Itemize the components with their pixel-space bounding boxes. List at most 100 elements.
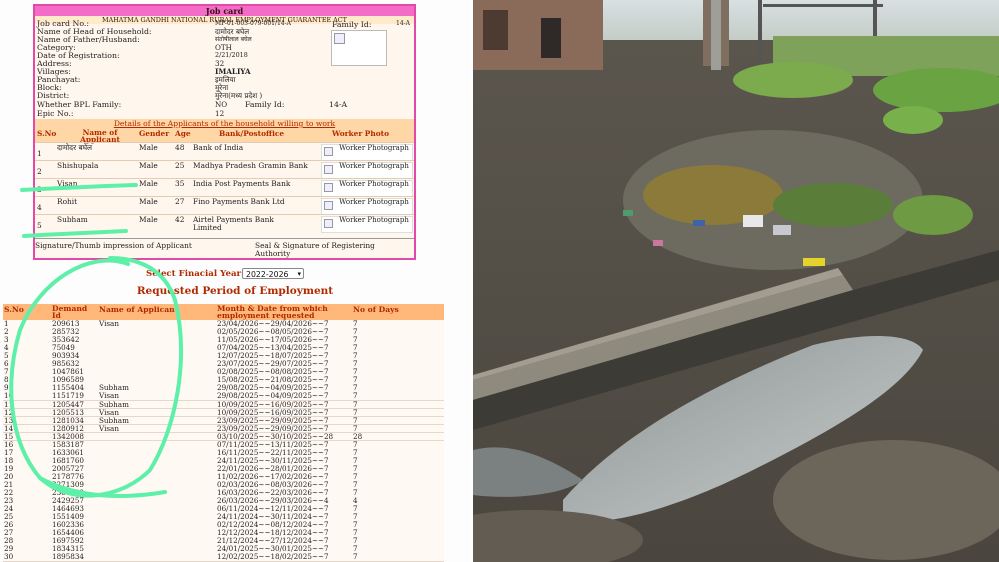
family-id-label: Family Id: [332,20,372,29]
employment-table-header: S.No Demand Id Name of Applicant Month &… [3,304,444,320]
cell-days: 7 [353,399,358,409]
photo-green-patch [773,183,893,227]
field-label-district: District: [37,91,70,100]
cell-demand-id: 1151719 [52,391,85,401]
cell-sno: 11 [4,399,14,409]
photo-pipe-top [763,4,883,7]
photo-house-window [483,10,508,50]
photo-house-door [541,18,561,58]
applicant-name: Visan [57,179,78,188]
header-period: Month & Date from which employment reque… [217,304,328,321]
applicant-age: 42 [175,215,185,224]
applicant-bank: Airtel Payments Bank Limited [193,215,274,232]
worker-photo-alt: Worker Photograph [339,198,409,206]
cell-period: 10/09/2025~~16/09/2025~~7 [217,399,329,409]
applicant-sno: 3 [37,185,42,194]
photo-illustration [473,0,999,562]
applicant-sno: 2 [37,167,42,176]
worker-photo: Worker Photograph [321,198,413,215]
photo-pipe [758,0,762,70]
applicant-gender: Male [139,143,158,152]
applicant-name: दामोदर बघेल [57,143,93,152]
header-applicant-name: Name of Applicant [80,128,120,144]
cell-applicant-name: Visan [99,407,119,417]
cell-sno: 30 [4,552,14,562]
applicant-bank: Bank of India [193,143,244,152]
applicant-name: Shishupala [57,161,99,170]
photo-plastic-white [743,215,763,227]
financial-year-selected: 2022-2026 [246,270,289,279]
financial-year-label: Select Finacial Year: [146,269,245,279]
financial-year-select[interactable]: 2022-2026 ▾ [242,268,304,279]
signature-label: Signature/Thumb impression of Applicant [35,241,192,250]
cell-applicant-name: Subham [99,399,129,409]
chevron-down-icon: ▾ [297,270,301,278]
header-age: Age [175,129,191,138]
applicant-age: 27 [175,197,185,206]
header-worker-photo: Worker Photo [332,129,390,138]
applicant-gender: Male [139,161,158,170]
photo-green-patch-right [893,195,973,235]
applicant-age: 48 [175,143,185,152]
cell-demand-id: 1205513 [52,407,85,417]
applicant-row: 2 Shishupala Male 25 Madhya Pradesh Gram… [35,160,414,179]
applicant-row: 5 Subham Male 42 Airtel Payments Bank Li… [35,214,414,233]
cell-days: 7 [353,407,358,417]
worker-photo-alt: Worker Photograph [339,216,409,224]
cell-demand-id: 1895834 [52,552,85,562]
applicant-bank: Fino Payments Bank Ltd [193,197,285,206]
worker-photo: Worker Photograph [321,180,413,197]
photo-grass-patch-small [883,106,943,134]
worker-photo: Worker Photograph [321,216,413,233]
applicant-bank: India Post Payments Bank [193,179,291,188]
worker-photo-alt: Worker Photograph [339,144,409,152]
applicant-name: Subham [57,215,88,224]
field-value-bpl-family: NO [215,100,228,109]
field-label-epic-no: Epic No.: [37,109,74,118]
header-days: No of Days [353,305,399,314]
header-demand-id: Demand Id [52,304,88,321]
photo-plastic-bag [773,225,791,235]
applicant-sno: 4 [37,203,42,212]
photo-plastic-blue [693,220,705,226]
job-card: Job card MAHATMA GANDHI NATIONAL RURAL E… [33,4,416,260]
applicant-gender: Male [139,197,158,206]
photo-plastic-pink [653,240,663,246]
bpl-family-id-value: 14-A [329,100,348,109]
applicant-row: 4 Rohit Male 27 Fino Payments Bank Ltd W… [35,196,414,215]
cell-period: 10/09/2025~~16/09/2025~~7 [217,407,329,417]
cell-days: 7 [353,552,358,562]
field-label-bpl-family: Whether BPL Family: [37,100,122,109]
requested-period-title: Requested Period of Employment [136,285,334,297]
broken-image-icon [324,165,333,174]
cell-days: 7 [353,391,358,401]
applicant-details-title: Details of the Applicants of the househo… [35,119,414,128]
applicant-age: 35 [175,179,185,188]
applicant-table-header: S.No Name of Applicant Gender Age Bank/P… [35,128,414,144]
photo-pillar-cap [711,0,721,70]
applicant-sno: 5 [37,221,42,230]
header-bank: Bank/Postoffice [219,129,285,138]
broken-image-icon [324,147,333,156]
applicant-row: 1 दामोदर बघेल Male 48 Bank of India Work… [35,142,414,161]
worker-photo-alt: Worker Photograph [339,162,409,170]
cell-applicant-name: Visan [99,319,119,328]
cell-applicant-name: Visan [99,391,119,401]
header-gender: Gender [139,129,170,138]
photo-plastic-yellow [803,258,825,266]
worker-photo: Worker Photograph [321,162,413,179]
cell-demand-id: 1205447 [52,399,85,409]
cell-sno: 12 [4,407,14,417]
broken-image-icon [324,219,333,228]
applicant-age: 25 [175,161,185,170]
broken-image-icon [324,183,333,192]
applicant-bank: Madhya Pradesh Gramin Bank [193,161,308,170]
cell-applicant-name: Visan [99,423,119,433]
header-sno: S.No [37,129,57,138]
cell-period: 12/02/2025~~18/02/2025~~7 [217,552,329,562]
household-photo [331,30,387,66]
header-applicant-name: Name of Applicant [99,305,179,314]
applicant-name: Rohit [57,197,78,206]
signature-divider [35,238,414,239]
photo-grass-patch [733,62,853,98]
